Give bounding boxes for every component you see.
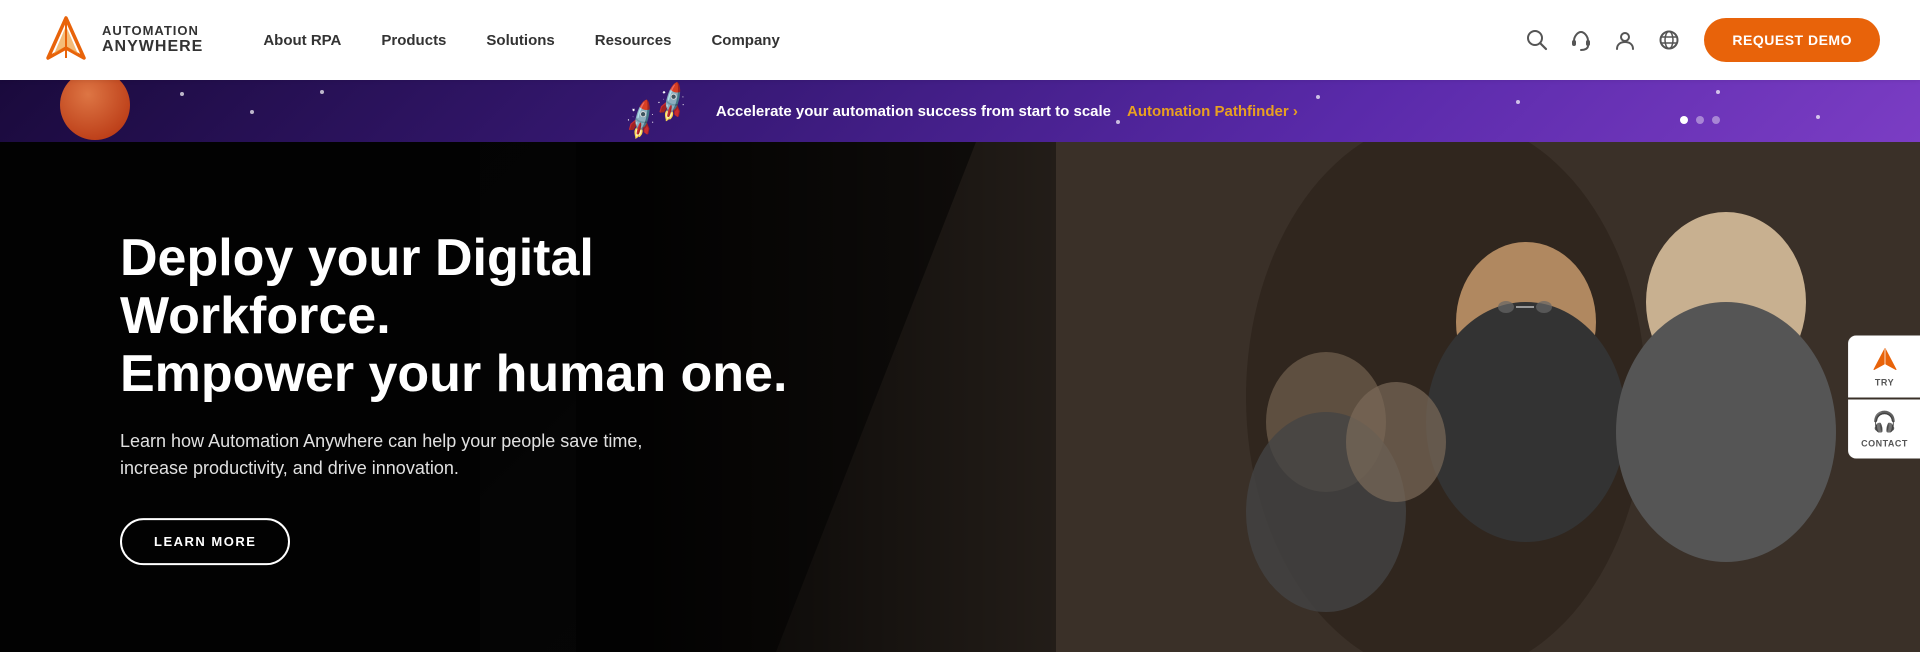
nav-products[interactable]: Products: [381, 32, 446, 49]
hero-headline-line2: Empower your human one.: [120, 346, 787, 404]
hero-subtext-line2: increase productivity, and drive innovat…: [120, 458, 459, 478]
hero-section: Deploy your Digital Workforce. Empower y…: [0, 142, 1920, 652]
try-icon: [1871, 346, 1899, 374]
side-widget-group: TRY 🎧 CONTACT: [1848, 336, 1920, 459]
search-icon: [1526, 29, 1548, 51]
star-decoration: [320, 90, 324, 94]
carousel-dot-2[interactable]: [1696, 116, 1704, 124]
request-demo-button[interactable]: REQUEST DEMO: [1704, 18, 1880, 62]
user-icon: [1614, 29, 1636, 51]
contact-label: CONTACT: [1861, 439, 1908, 449]
hero-headline-line1: Deploy your Digital Workforce.: [120, 229, 594, 345]
globe-icon: [1658, 29, 1680, 51]
nav-solutions[interactable]: Solutions: [486, 32, 554, 49]
hero-subtext: Learn how Automation Anywhere can help y…: [120, 428, 680, 482]
star-decoration: [180, 92, 184, 96]
nav-resources[interactable]: Resources: [595, 32, 672, 49]
star-decoration: [250, 110, 254, 114]
carousel-dot-3[interactable]: [1712, 116, 1720, 124]
logo-bottom: ANYWHERE: [102, 38, 203, 56]
navbar: AUTOMATION ANYWHERE About RPA Products S…: [0, 0, 1920, 80]
contact-widget[interactable]: 🎧 CONTACT: [1848, 400, 1920, 459]
logo-text: AUTOMATION ANYWHERE: [102, 24, 203, 56]
try-label: TRY: [1875, 378, 1894, 388]
hero-headline: Deploy your Digital Workforce. Empower y…: [120, 229, 800, 404]
logo-icon: [40, 14, 92, 66]
contact-headset-icon: 🎧: [1872, 410, 1897, 435]
hero-learn-more-button[interactable]: LEARN MORE: [120, 518, 290, 565]
try-widget[interactable]: TRY: [1848, 336, 1920, 398]
hero-content: Deploy your Digital Workforce. Empower y…: [120, 229, 800, 565]
nav-links: About RPA Products Solutions Resources C…: [263, 32, 1526, 49]
hero-subtext-line1: Learn how Automation Anywhere can help y…: [120, 431, 642, 451]
banner-link[interactable]: Automation Pathfinder ›: [1127, 103, 1298, 120]
star-decoration: [1816, 115, 1820, 119]
headset-button[interactable]: [1570, 29, 1592, 51]
star-decoration: [1316, 95, 1320, 99]
planet-decoration: [60, 80, 130, 140]
carousel-dots: [1680, 116, 1720, 124]
carousel-dot-1[interactable]: [1680, 116, 1688, 124]
nav-about-rpa[interactable]: About RPA: [263, 32, 341, 49]
headset-icon: [1570, 29, 1592, 51]
rocket-decoration: 🚀🚀: [619, 80, 696, 142]
user-button[interactable]: [1614, 29, 1636, 51]
globe-button[interactable]: [1658, 29, 1680, 51]
logo[interactable]: AUTOMATION ANYWHERE: [40, 14, 203, 66]
search-button[interactable]: [1526, 29, 1548, 51]
announcement-banner: 🚀🚀 Accelerate your automation success fr…: [0, 80, 1920, 142]
nav-icon-group: [1526, 29, 1680, 51]
nav-company[interactable]: Company: [711, 32, 779, 49]
star-decoration: [1516, 100, 1520, 104]
banner-arrow: ›: [1293, 103, 1298, 120]
logo-top: AUTOMATION: [102, 24, 203, 38]
star-decoration: [1716, 90, 1720, 94]
star-decoration: [1116, 120, 1120, 124]
banner-message: Accelerate your automation success from …: [716, 103, 1111, 120]
